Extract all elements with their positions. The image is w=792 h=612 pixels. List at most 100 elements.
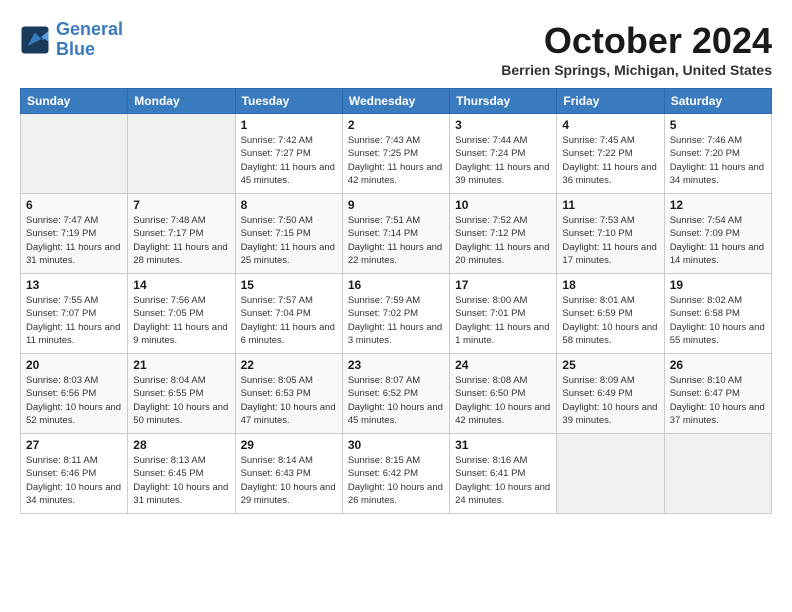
- day-number: 4: [562, 118, 658, 132]
- calendar-cell: 10Sunrise: 7:52 AMSunset: 7:12 PMDayligh…: [450, 194, 557, 274]
- day-number: 8: [241, 198, 337, 212]
- day-number: 30: [348, 438, 444, 452]
- day-number: 15: [241, 278, 337, 292]
- weekday-header: Wednesday: [342, 89, 449, 114]
- calendar-week-row: 20 Sunrise: 8:03 AMSunset: 6:56 PMDayligh…: [21, 354, 772, 434]
- day-number: 28: [133, 438, 229, 452]
- calendar-cell: 31 Sunrise: 8:16 AMSunset: 6:41 PMDayligh…: [450, 434, 557, 514]
- day-info: Sunrise: 7:50 AMSunset: 7:15 PMDaylight:…: [241, 214, 337, 267]
- day-number: 7: [133, 198, 229, 212]
- day-number: 22: [241, 358, 337, 372]
- day-info: Sunrise: 7:46 AMSunset: 7:20 PMDaylight:…: [670, 134, 766, 187]
- calendar-cell: 11 Sunrise: 7:53 AMSunset: 7:10 PMDayligh…: [557, 194, 664, 274]
- month-title: October 2024: [501, 20, 772, 62]
- weekday-header: Friday: [557, 89, 664, 114]
- day-info: Sunrise: 8:14 AMSunset: 6:43 PMDaylight:…: [241, 454, 337, 507]
- page-header: General Blue October 2024 Berrien Spring…: [20, 20, 772, 78]
- weekday-header: Tuesday: [235, 89, 342, 114]
- day-number: 11: [562, 198, 658, 212]
- calendar-cell: 30 Sunrise: 8:15 AMSunset: 6:42 PMDayligh…: [342, 434, 449, 514]
- day-number: 29: [241, 438, 337, 452]
- day-info: Sunrise: 8:09 AMSunset: 6:49 PMDaylight:…: [562, 374, 658, 427]
- calendar-cell: 5 Sunrise: 7:46 AMSunset: 7:20 PMDaylight…: [664, 114, 771, 194]
- day-number: 21: [133, 358, 229, 372]
- calendar-cell: 2 Sunrise: 7:43 AMSunset: 7:25 PMDaylight…: [342, 114, 449, 194]
- logo-text: General Blue: [56, 20, 123, 60]
- day-info: Sunrise: 8:08 AMSunset: 6:50 PMDaylight:…: [455, 374, 551, 427]
- day-number: 31: [455, 438, 551, 452]
- calendar-cell: 26 Sunrise: 8:10 AMSunset: 6:47 PMDayligh…: [664, 354, 771, 434]
- day-number: 5: [670, 118, 766, 132]
- calendar-cell: 9 Sunrise: 7:51 AMSunset: 7:14 PMDaylight…: [342, 194, 449, 274]
- day-number: 23: [348, 358, 444, 372]
- day-info: Sunrise: 8:05 AMSunset: 6:53 PMDaylight:…: [241, 374, 337, 427]
- day-info: Sunrise: 8:16 AMSunset: 6:41 PMDaylight:…: [455, 454, 551, 507]
- day-number: 2: [348, 118, 444, 132]
- day-number: 14: [133, 278, 229, 292]
- day-info: Sunrise: 7:56 AMSunset: 7:05 PMDaylight:…: [133, 294, 229, 347]
- calendar-cell: [664, 434, 771, 514]
- weekday-header: Sunday: [21, 89, 128, 114]
- calendar-cell: 27Sunrise: 8:11 AMSunset: 6:46 PMDayligh…: [21, 434, 128, 514]
- calendar-cell: 20 Sunrise: 8:03 AMSunset: 6:56 PMDayligh…: [21, 354, 128, 434]
- day-info: Sunrise: 7:57 AMSunset: 7:04 PMDaylight:…: [241, 294, 337, 347]
- day-info: Sunrise: 7:47 AMSunset: 7:19 PMDaylight:…: [26, 214, 122, 267]
- calendar-cell: 25 Sunrise: 8:09 AMSunset: 6:49 PMDayligh…: [557, 354, 664, 434]
- day-info: Sunrise: 8:00 AMSunset: 7:01 PMDaylight:…: [455, 294, 551, 347]
- calendar-cell: [128, 114, 235, 194]
- calendar-cell: 13 Sunrise: 7:55 AMSunset: 7:07 PMDayligh…: [21, 274, 128, 354]
- day-number: 13: [26, 278, 122, 292]
- day-info: Sunrise: 7:53 AMSunset: 7:10 PMDaylight:…: [562, 214, 658, 267]
- calendar-cell: 1 Sunrise: 7:42 AMSunset: 7:27 PMDaylight…: [235, 114, 342, 194]
- calendar-cell: 16Sunrise: 7:59 AMSunset: 7:02 PMDayligh…: [342, 274, 449, 354]
- calendar-cell: 15 Sunrise: 7:57 AMSunset: 7:04 PMDayligh…: [235, 274, 342, 354]
- calendar-cell: 7 Sunrise: 7:48 AMSunset: 7:17 PMDaylight…: [128, 194, 235, 274]
- day-info: Sunrise: 8:13 AMSunset: 6:45 PMDaylight:…: [133, 454, 229, 507]
- weekday-header: Saturday: [664, 89, 771, 114]
- calendar-cell: 17 Sunrise: 8:00 AMSunset: 7:01 PMDayligh…: [450, 274, 557, 354]
- logo: General Blue: [20, 20, 123, 60]
- day-info: Sunrise: 8:02 AMSunset: 6:58 PMDaylight:…: [670, 294, 766, 347]
- logo-icon: [20, 25, 50, 55]
- day-number: 9: [348, 198, 444, 212]
- day-number: 1: [241, 118, 337, 132]
- location-title: Berrien Springs, Michigan, United States: [501, 62, 772, 78]
- calendar-cell: 29 Sunrise: 8:14 AMSunset: 6:43 PMDayligh…: [235, 434, 342, 514]
- day-number: 17: [455, 278, 551, 292]
- day-number: 25: [562, 358, 658, 372]
- day-number: 16: [348, 278, 444, 292]
- calendar-cell: 19Sunrise: 8:02 AMSunset: 6:58 PMDayligh…: [664, 274, 771, 354]
- calendar-cell: 8 Sunrise: 7:50 AMSunset: 7:15 PMDaylight…: [235, 194, 342, 274]
- calendar-cell: 3Sunrise: 7:44 AMSunset: 7:24 PMDaylight…: [450, 114, 557, 194]
- calendar-cell: 18Sunrise: 8:01 AMSunset: 6:59 PMDayligh…: [557, 274, 664, 354]
- day-info: Sunrise: 7:43 AMSunset: 7:25 PMDaylight:…: [348, 134, 444, 187]
- day-info: Sunrise: 7:42 AMSunset: 7:27 PMDaylight:…: [241, 134, 337, 187]
- day-info: Sunrise: 7:45 AMSunset: 7:22 PMDaylight:…: [562, 134, 658, 187]
- calendar-cell: 24Sunrise: 8:08 AMSunset: 6:50 PMDayligh…: [450, 354, 557, 434]
- day-info: Sunrise: 7:54 AMSunset: 7:09 PMDaylight:…: [670, 214, 766, 267]
- calendar-cell: [21, 114, 128, 194]
- day-info: Sunrise: 8:15 AMSunset: 6:42 PMDaylight:…: [348, 454, 444, 507]
- day-info: Sunrise: 8:03 AMSunset: 6:56 PMDaylight:…: [26, 374, 122, 427]
- day-info: Sunrise: 7:52 AMSunset: 7:12 PMDaylight:…: [455, 214, 551, 267]
- day-number: 20: [26, 358, 122, 372]
- day-info: Sunrise: 7:51 AMSunset: 7:14 PMDaylight:…: [348, 214, 444, 267]
- calendar-week-row: 1 Sunrise: 7:42 AMSunset: 7:27 PMDaylight…: [21, 114, 772, 194]
- calendar-cell: 21Sunrise: 8:04 AMSunset: 6:55 PMDayligh…: [128, 354, 235, 434]
- calendar-cell: 4 Sunrise: 7:45 AMSunset: 7:22 PMDaylight…: [557, 114, 664, 194]
- day-number: 3: [455, 118, 551, 132]
- calendar-week-row: 6 Sunrise: 7:47 AMSunset: 7:19 PMDaylight…: [21, 194, 772, 274]
- calendar-cell: 12Sunrise: 7:54 AMSunset: 7:09 PMDayligh…: [664, 194, 771, 274]
- calendar-week-row: 13 Sunrise: 7:55 AMSunset: 7:07 PMDayligh…: [21, 274, 772, 354]
- title-area: October 2024 Berrien Springs, Michigan, …: [501, 20, 772, 78]
- day-info: Sunrise: 7:55 AMSunset: 7:07 PMDaylight:…: [26, 294, 122, 347]
- day-number: 27: [26, 438, 122, 452]
- day-info: Sunrise: 7:48 AMSunset: 7:17 PMDaylight:…: [133, 214, 229, 267]
- calendar-cell: 6 Sunrise: 7:47 AMSunset: 7:19 PMDaylight…: [21, 194, 128, 274]
- calendar-cell: [557, 434, 664, 514]
- day-number: 18: [562, 278, 658, 292]
- day-number: 26: [670, 358, 766, 372]
- calendar-week-row: 27Sunrise: 8:11 AMSunset: 6:46 PMDayligh…: [21, 434, 772, 514]
- day-info: Sunrise: 8:10 AMSunset: 6:47 PMDaylight:…: [670, 374, 766, 427]
- day-number: 6: [26, 198, 122, 212]
